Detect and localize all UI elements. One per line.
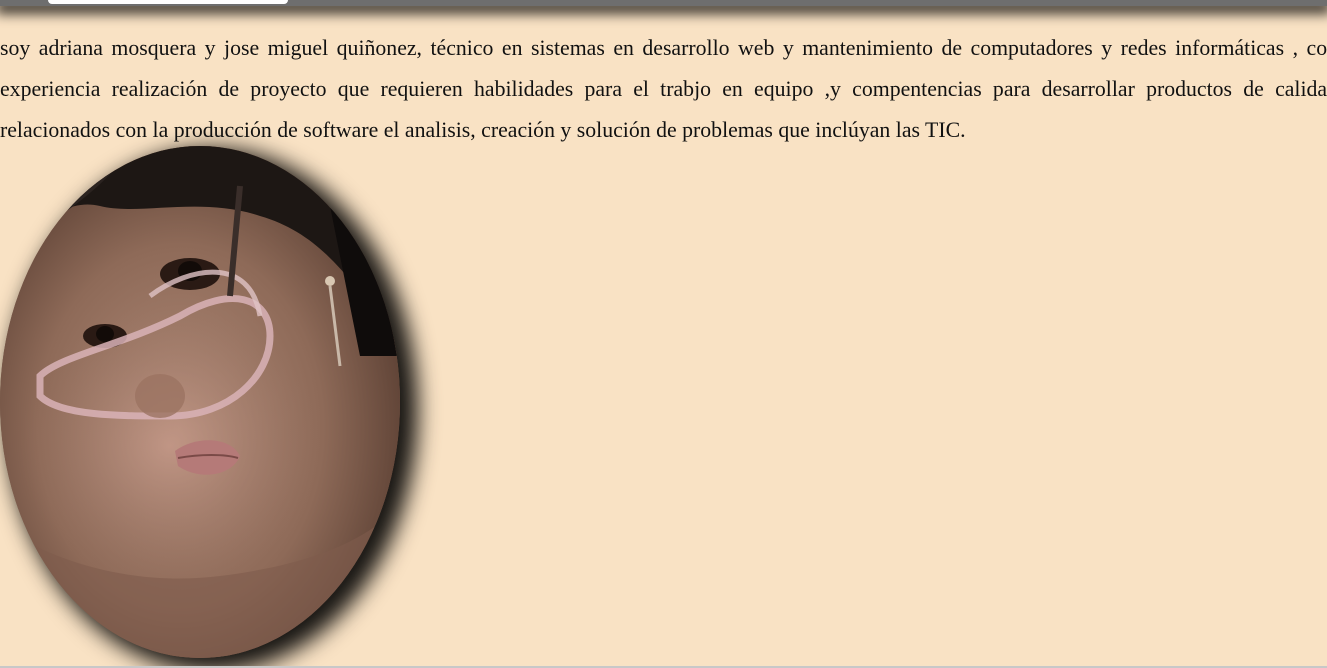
profile-photo (0, 146, 400, 658)
browser-tab[interactable] (48, 0, 288, 4)
profile-photo-graphic (0, 146, 400, 658)
page-content: soy adriana mosquera y jose miguel quiño… (0, 28, 1327, 668)
bio-paragraph: soy adriana mosquera y jose miguel quiño… (0, 36, 1327, 142)
